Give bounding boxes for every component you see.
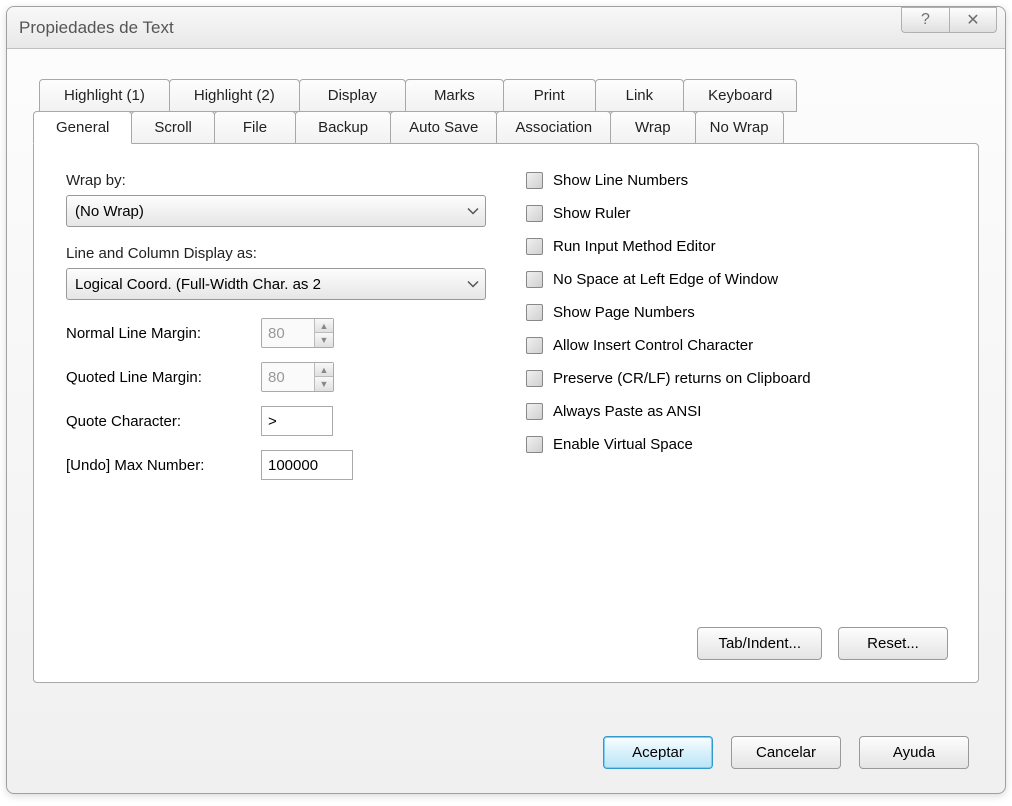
normal-margin-input[interactable] [262,319,314,347]
normal-margin-label: Normal Line Margin: [66,325,261,342]
display-as-label: Line and Column Display as: [66,245,486,262]
left-column: Wrap by: (No Wrap) Line and Column Displ… [66,172,486,494]
wrap-by-label: Wrap by: [66,172,486,189]
check-label: Allow Insert Control Character [553,337,753,354]
check-label: Show Page Numbers [553,304,695,321]
tab-wrap[interactable]: Wrap [610,111,696,144]
tab-content-general: Wrap by: (No Wrap) Line and Column Displ… [33,143,979,683]
tab-scroll[interactable]: Scroll [131,111,215,144]
quoted-margin-label: Quoted Line Margin: [66,369,261,386]
check-label: Preserve (CR/LF) returns on Clipboard [553,370,811,387]
close-button[interactable]: ✕ [949,7,997,33]
help-button[interactable]: Ayuda [859,736,969,769]
undo-max-input[interactable] [261,450,353,480]
chevron-down-icon [467,203,479,220]
tab-marks[interactable]: Marks [405,79,504,112]
tab-link[interactable]: Link [595,79,685,112]
wrap-by-dropdown[interactable]: (No Wrap) [66,195,486,227]
tab-print[interactable]: Print [503,79,596,112]
tab-indent-button[interactable]: Tab/Indent... [697,627,822,660]
tab-general[interactable]: General [33,111,132,144]
tab-association[interactable]: Association [496,111,611,144]
checkbox-run-ime[interactable] [526,238,543,255]
checkbox-allow-insert-control-char[interactable] [526,337,543,354]
check-label: Run Input Method Editor [553,238,716,255]
tab-file[interactable]: File [214,111,296,144]
undo-max-label: [Undo] Max Number: [66,457,261,474]
tab-row-1: Highlight (1) Highlight (2) Display Mark… [33,79,979,112]
dialog-title: Propiedades de Text [19,18,174,38]
tab-backup[interactable]: Backup [295,111,391,144]
spinner-down-icon[interactable]: ▼ [315,333,333,347]
wrap-by-value: (No Wrap) [75,203,144,220]
checkbox-preserve-crlf[interactable] [526,370,543,387]
tab-area: Highlight (1) Highlight (2) Display Mark… [33,79,979,683]
spinner-up-icon[interactable]: ▲ [315,363,333,377]
content-bottom-buttons: Tab/Indent... Reset... [697,627,948,660]
tab-row-2: General Scroll File Backup Auto Save Ass… [33,111,979,144]
dialog-buttons: Aceptar Cancelar Ayuda [603,736,969,769]
checkbox-show-page-numbers[interactable] [526,304,543,321]
reset-button[interactable]: Reset... [838,627,948,660]
tab-no-wrap[interactable]: No Wrap [695,111,784,144]
quote-char-label: Quote Character: [66,413,261,430]
checkbox-no-space-left-edge[interactable] [526,271,543,288]
quoted-margin-input[interactable] [262,363,314,391]
check-label: Enable Virtual Space [553,436,693,453]
tab-keyboard[interactable]: Keyboard [683,79,797,112]
tab-highlight-1[interactable]: Highlight (1) [39,79,170,112]
right-column: Show Line Numbers Show Ruler Run Input M… [526,172,946,494]
titlebar: Propiedades de Text ? ✕ [7,7,1005,49]
quote-char-input[interactable] [261,406,333,436]
checkbox-always-paste-ansi[interactable] [526,403,543,420]
display-as-value: Logical Coord. (Full-Width Char. as 2 [75,276,321,293]
check-label: No Space at Left Edge of Window [553,271,778,288]
cancel-button[interactable]: Cancelar [731,736,841,769]
window-controls: ? ✕ [901,7,997,33]
checkbox-enable-virtual-space[interactable] [526,436,543,453]
tab-display[interactable]: Display [299,79,406,112]
normal-margin-spinner[interactable]: ▲ ▼ [261,318,334,348]
checkbox-show-ruler[interactable] [526,205,543,222]
check-label: Show Ruler [553,205,631,222]
spinner-up-icon[interactable]: ▲ [315,319,333,333]
tab-auto-save[interactable]: Auto Save [390,111,497,144]
check-label: Show Line Numbers [553,172,688,189]
chevron-down-icon [467,276,479,293]
tab-highlight-2[interactable]: Highlight (2) [169,79,300,112]
help-button[interactable]: ? [901,7,949,33]
accept-button[interactable]: Aceptar [603,736,713,769]
checkbox-show-line-numbers[interactable] [526,172,543,189]
check-label: Always Paste as ANSI [553,403,701,420]
display-as-dropdown[interactable]: Logical Coord. (Full-Width Char. as 2 [66,268,486,300]
properties-dialog: Propiedades de Text ? ✕ Highlight (1) Hi… [6,6,1006,794]
quoted-margin-spinner[interactable]: ▲ ▼ [261,362,334,392]
spinner-down-icon[interactable]: ▼ [315,377,333,391]
